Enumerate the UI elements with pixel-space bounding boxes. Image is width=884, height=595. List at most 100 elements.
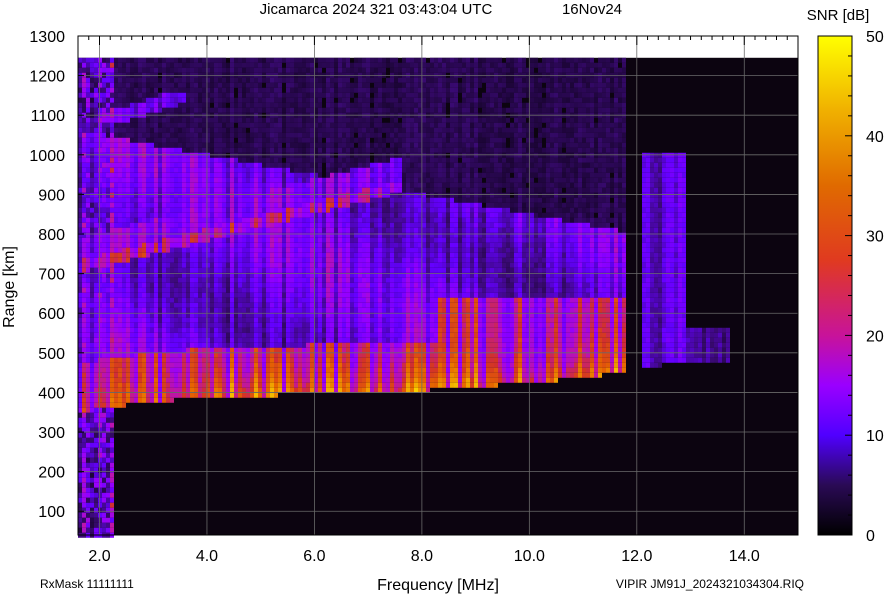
snr-cell	[202, 222, 206, 228]
snr-cell	[202, 142, 206, 148]
snr-cell	[174, 297, 178, 303]
snr-cell	[350, 142, 354, 148]
snr-cell	[350, 282, 354, 288]
snr-cell	[118, 177, 122, 183]
snr-cell	[102, 97, 106, 103]
snr-cell	[334, 257, 338, 263]
snr-cell	[290, 107, 294, 113]
snr-cell	[150, 117, 154, 123]
snr-cell	[166, 262, 170, 268]
snr-cell	[86, 162, 90, 168]
snr-cell	[346, 87, 350, 93]
snr-cell	[102, 242, 106, 248]
snr-cell	[286, 57, 290, 63]
snr-cell	[90, 492, 94, 498]
snr-cell	[154, 347, 158, 353]
snr-cell	[342, 167, 346, 173]
snr-cell	[306, 262, 310, 268]
snr-cell	[122, 87, 126, 93]
snr-cell	[302, 362, 306, 368]
snr-cell	[162, 367, 166, 373]
snr-cell	[278, 362, 282, 368]
snr-cell	[118, 137, 122, 143]
snr-cell	[194, 382, 198, 388]
snr-cell	[182, 187, 186, 193]
snr-cell	[302, 252, 306, 258]
snr-cell	[350, 292, 354, 298]
snr-cell	[94, 177, 98, 183]
snr-cell	[342, 262, 346, 268]
snr-cell	[254, 302, 258, 308]
snr-cell	[130, 117, 134, 123]
snr-cell	[186, 252, 190, 258]
snr-cell	[130, 232, 134, 238]
snr-cell	[142, 122, 146, 128]
snr-cell	[134, 367, 138, 373]
snr-cell	[158, 342, 162, 348]
snr-cell	[218, 297, 222, 303]
snr-cell	[110, 392, 114, 398]
snr-cell	[190, 67, 194, 73]
snr-cell	[302, 267, 306, 273]
snr-cell	[94, 322, 98, 328]
snr-cell	[198, 157, 202, 163]
snr-cell	[238, 167, 242, 173]
snr-cell	[94, 457, 98, 463]
snr-cell	[246, 362, 250, 368]
snr-cell	[166, 382, 170, 388]
snr-cell	[250, 287, 254, 293]
snr-cell	[334, 217, 338, 223]
snr-cell	[182, 257, 186, 263]
snr-cell	[162, 157, 166, 163]
snr-cell	[110, 437, 114, 443]
snr-cell	[330, 132, 334, 138]
snr-cell	[346, 77, 350, 83]
snr-cell	[122, 202, 126, 208]
snr-cell	[186, 307, 190, 313]
snr-cell	[102, 457, 106, 463]
snr-cell	[146, 152, 150, 158]
snr-cell	[102, 357, 106, 363]
snr-cell	[166, 102, 170, 108]
snr-cell	[166, 292, 170, 298]
snr-cell	[274, 307, 278, 313]
snr-cell	[186, 322, 190, 328]
snr-cell	[106, 87, 110, 93]
snr-cell	[286, 132, 290, 138]
snr-cell	[186, 317, 190, 323]
snr-cell	[346, 157, 350, 163]
snr-cell	[294, 107, 298, 113]
snr-cell	[342, 197, 346, 203]
snr-cell	[158, 262, 162, 268]
snr-cell	[330, 362, 334, 368]
snr-cell	[174, 162, 178, 168]
snr-cell	[122, 357, 126, 363]
snr-cell	[186, 247, 190, 253]
snr-cell	[242, 82, 246, 88]
snr-cell	[202, 342, 206, 348]
snr-cell	[346, 212, 350, 218]
snr-cell	[198, 67, 202, 73]
snr-cell	[182, 377, 186, 383]
snr-cell	[122, 362, 126, 368]
snr-cell	[282, 167, 286, 173]
snr-cell	[286, 127, 290, 133]
snr-cell	[266, 132, 270, 138]
snr-cell	[86, 402, 90, 408]
snr-cell	[170, 302, 174, 308]
snr-cell	[170, 267, 174, 273]
snr-cell	[118, 127, 122, 133]
snr-cell	[302, 147, 306, 153]
snr-cell	[266, 287, 270, 293]
snr-cell	[162, 357, 166, 363]
snr-cell	[238, 212, 242, 218]
snr-cell	[142, 252, 146, 258]
snr-cell	[138, 297, 142, 303]
snr-cell	[94, 332, 98, 338]
snr-cell	[174, 117, 178, 123]
snr-cell	[230, 127, 234, 133]
snr-cell	[326, 197, 330, 203]
snr-cell	[306, 302, 310, 308]
snr-cell	[166, 97, 170, 103]
snr-cell	[234, 202, 238, 208]
